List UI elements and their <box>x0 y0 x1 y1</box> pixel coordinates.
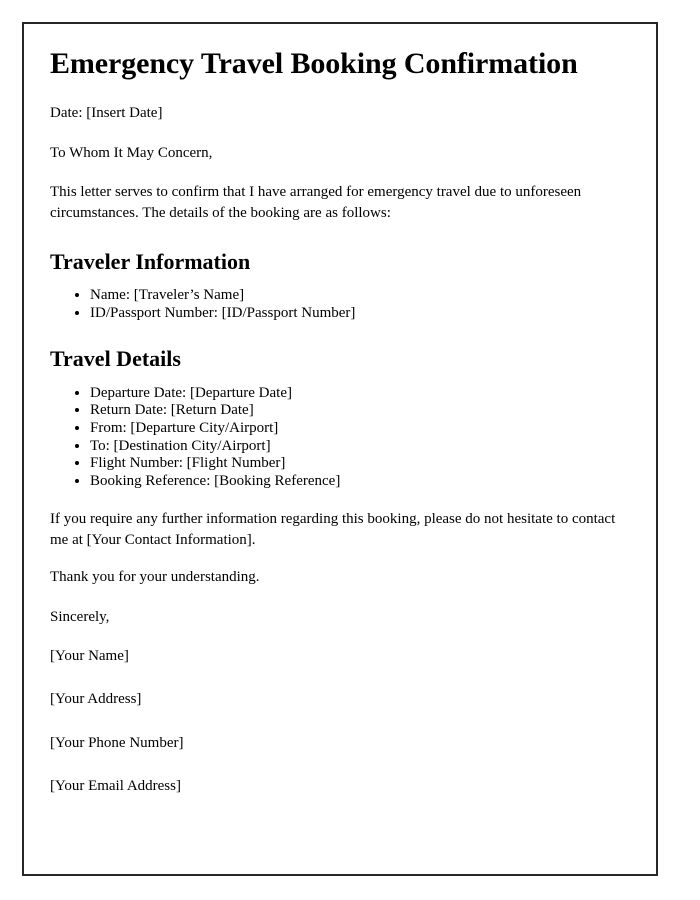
salutation: To Whom It May Concern, <box>50 144 213 161</box>
list-item: Name: [Traveler’s Name] <box>90 287 630 305</box>
signature-email: [Your Email Address] <box>50 777 181 794</box>
list-item: Flight Number: [Flight Number] <box>90 455 630 473</box>
list-item: Return Date: [Return Date] <box>90 402 630 420</box>
date-line: Date: [Insert Date] <box>50 105 163 122</box>
list-item: To: [Destination City/Airport] <box>90 438 630 456</box>
travel-details-list: Departure Date: [Departure Date] Return … <box>50 385 630 491</box>
signature-block: [Your Name] [Your Address] [Your Phone N… <box>50 646 630 797</box>
document-page-frame: Emergency Travel Booking Confirmation Da… <box>22 22 658 876</box>
thanks-paragraph: Thank you for your understanding. <box>50 569 260 586</box>
signature-name: [Your Name] <box>50 648 129 665</box>
list-item: From: [Departure City/Airport] <box>90 420 630 438</box>
signature-address: [Your Address] <box>50 691 142 708</box>
intro-paragraph: This letter serves to confirm that I hav… <box>50 183 582 222</box>
signature-phone: [Your Phone Number] <box>50 734 184 751</box>
traveler-information-list: Name: [Traveler’s Name] ID/Passport Numb… <box>50 287 630 322</box>
section-heading-travel-details: Travel Details <box>50 346 181 372</box>
document-body: Emergency Travel Booking Confirmation Da… <box>50 46 630 797</box>
page-title: Emergency Travel Booking Confirmation <box>50 47 578 80</box>
list-item: Booking Reference: [Booking Reference] <box>90 473 630 491</box>
section-heading-traveler-information: Traveler Information <box>50 248 251 274</box>
closing-line: Sincerely, <box>50 608 110 625</box>
list-item: ID/Passport Number: [ID/Passport Number] <box>90 305 630 323</box>
contact-paragraph: If you require any further information r… <box>50 510 616 549</box>
list-item: Departure Date: [Departure Date] <box>90 385 630 403</box>
